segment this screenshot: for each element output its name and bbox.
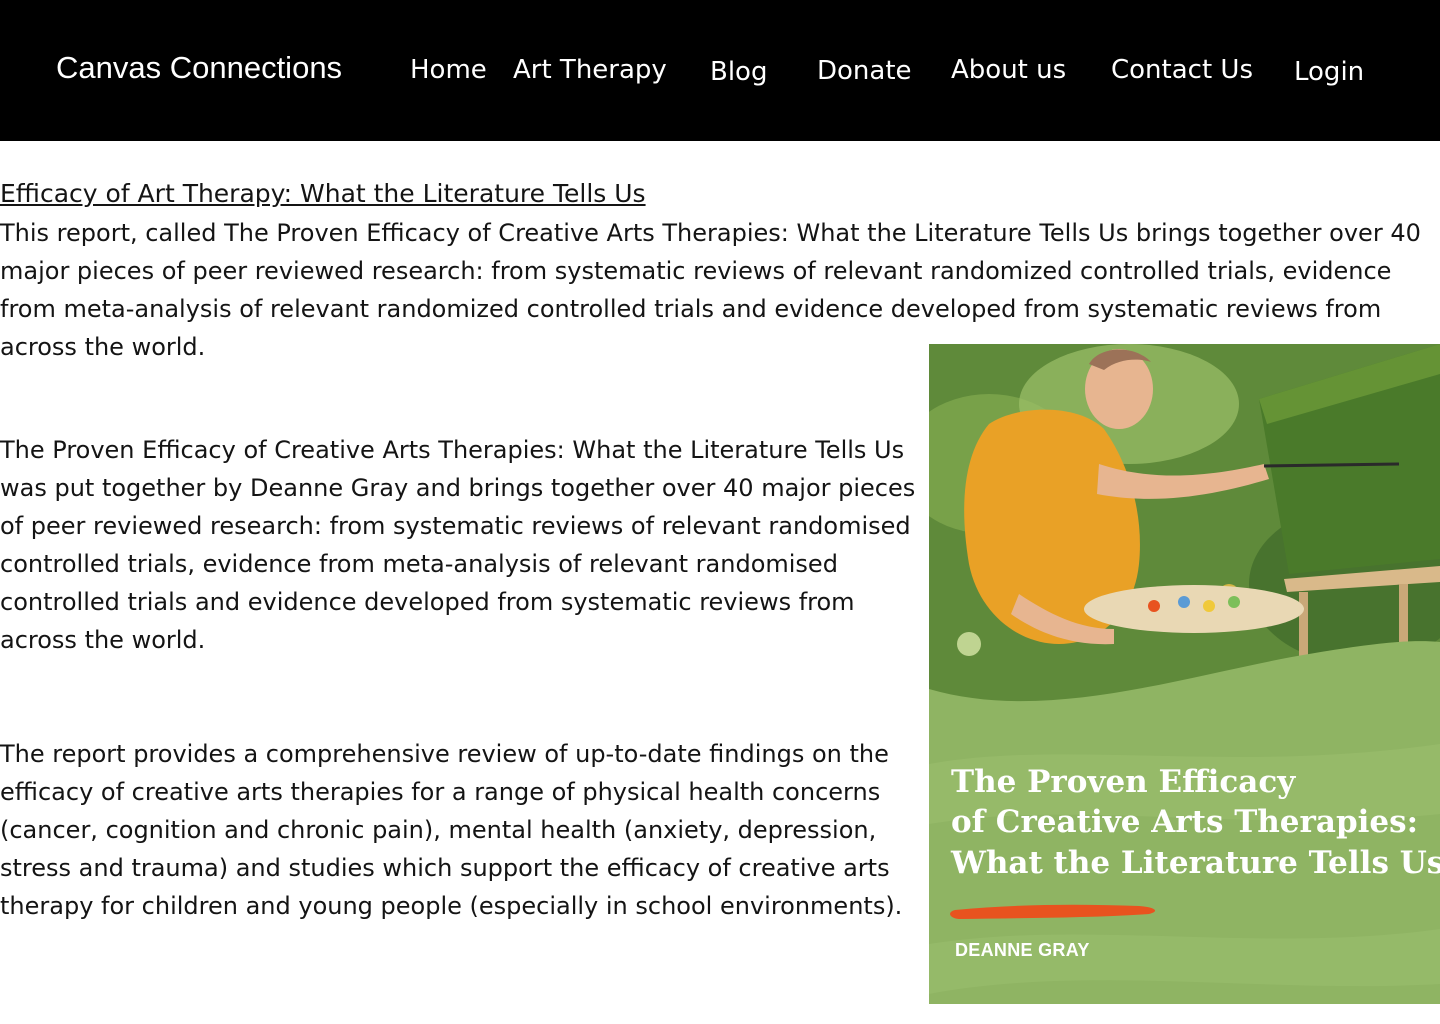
- book-cover-artwork: [929, 344, 1440, 1004]
- book-cover-image: [929, 344, 1440, 1004]
- book-cover-author: DEANNE GRAY: [955, 940, 1090, 960]
- article-title[interactable]: Efficacy of Art Therapy: What the Litera…: [0, 176, 646, 212]
- book-cover-title-line: of Creative Arts Therapies:: [951, 804, 1419, 840]
- site-header: Canvas Connections Home Art Therapy Blog…: [0, 0, 1440, 141]
- book-cover-title-line: The Proven Efficacy: [951, 764, 1296, 800]
- nav-donate[interactable]: Donate: [817, 54, 912, 88]
- book-cover-title-line: What the Literature Tells Us: [951, 845, 1440, 881]
- site-brand[interactable]: Canvas Connections: [56, 48, 342, 88]
- nav-art-therapy[interactable]: Art Therapy: [513, 53, 667, 87]
- nav-contact-us[interactable]: Contact Us: [1111, 53, 1253, 87]
- article-paragraph: The Proven Efficacy of Creative Arts The…: [0, 436, 916, 654]
- nav-home[interactable]: Home: [410, 53, 487, 87]
- nav-blog[interactable]: Blog: [710, 55, 767, 89]
- nav-login[interactable]: Login: [1294, 55, 1364, 89]
- article-paragraph: The report provides a comprehensive revi…: [0, 740, 903, 920]
- nav-about-us[interactable]: About us: [951, 53, 1066, 87]
